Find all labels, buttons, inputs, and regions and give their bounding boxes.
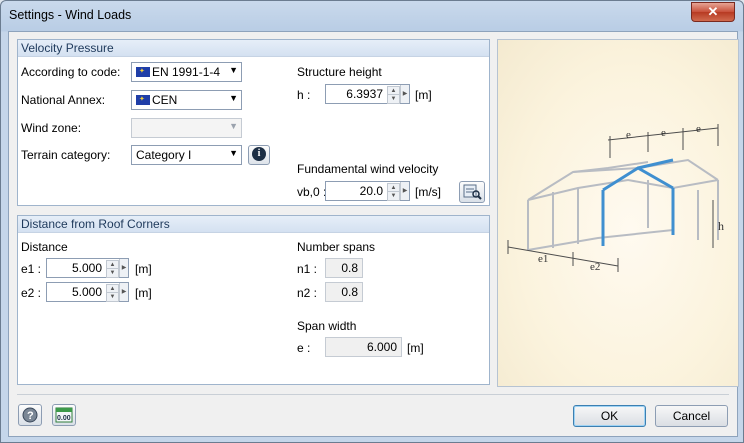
- chevron-down-icon: ▼: [229, 121, 238, 131]
- spin-right-icon[interactable]: ▶: [400, 85, 409, 103]
- title-bar: Settings - Wind Loads ✕: [1, 1, 743, 31]
- e1-unit: [m]: [135, 262, 152, 276]
- close-icon: ✕: [707, 4, 719, 19]
- annex-label: National Annex:: [21, 93, 106, 107]
- e2-input[interactable]: 5.000 ▲ ▼ ▶: [46, 282, 129, 302]
- vb0-value: 20.0: [359, 184, 383, 198]
- cancel-button[interactable]: Cancel: [655, 405, 728, 427]
- terrain-select[interactable]: Category I ▼: [131, 145, 242, 165]
- dim-h: h: [718, 219, 724, 233]
- fundamental-velocity-title: Fundamental wind velocity: [297, 162, 439, 176]
- chevron-down-icon: ▼: [229, 148, 238, 158]
- terrain-label: Terrain category:: [21, 148, 111, 162]
- dim-e2: e2: [590, 261, 600, 273]
- e2-value: 5.000: [71, 285, 102, 299]
- n1-value: 0.8: [341, 261, 358, 275]
- e1-label: e1 :: [21, 262, 42, 276]
- spin-right-icon[interactable]: ▶: [400, 182, 409, 200]
- annex-select[interactable]: CEN ▼: [131, 90, 242, 110]
- spin-down-icon[interactable]: ▼: [387, 191, 400, 201]
- spin-right-icon[interactable]: ▶: [119, 259, 128, 277]
- distance-title: Distance: [21, 240, 68, 254]
- span-width-title: Span width: [297, 319, 357, 333]
- dim-e-top-2: e: [661, 127, 666, 139]
- cancel-label: Cancel: [672, 409, 711, 423]
- n1-label: n1 :: [297, 262, 318, 276]
- n1-field: 0.8: [325, 258, 363, 278]
- svg-text:?: ?: [27, 410, 34, 422]
- span-width-field: 6.000: [325, 337, 402, 357]
- e2-unit: [m]: [135, 286, 152, 300]
- settings-window: Settings - Wind Loads ✕ Velocity Pressur…: [0, 0, 744, 443]
- help-button[interactable]: ?: [18, 404, 42, 426]
- velocity-pressure-group: Velocity Pressure According to code: EN …: [17, 39, 490, 206]
- wind-zone-select[interactable]: ▼: [131, 118, 242, 138]
- spin-down-icon[interactable]: ▼: [387, 94, 400, 104]
- h-value: 6.3937: [346, 87, 383, 101]
- vb0-label: vb,0 :: [297, 185, 327, 199]
- dim-e-top-3: e: [696, 123, 701, 135]
- code-select[interactable]: EN 1991-1-4 ▼: [131, 62, 242, 82]
- svg-text:0.00: 0.00: [57, 415, 71, 422]
- span-width-value: 6.000: [366, 340, 397, 354]
- wind-zone-label: Wind zone:: [21, 121, 82, 135]
- building-diagram: e e e h e1 e2: [507, 123, 724, 273]
- wind-map-button[interactable]: [459, 181, 485, 203]
- h-input[interactable]: 6.3937 ▲ ▼ ▶: [325, 84, 410, 104]
- chevron-down-icon: ▼: [229, 65, 238, 75]
- velocity-pressure-header: Velocity Pressure: [18, 40, 489, 57]
- close-button[interactable]: ✕: [691, 2, 735, 22]
- spans-title: Number spans: [297, 240, 376, 254]
- span-width-unit: [m]: [407, 341, 424, 355]
- calculator-icon: [463, 184, 482, 200]
- dim-e1: e1: [538, 253, 548, 265]
- building-illustration: e e e h e1 e2: [497, 39, 739, 387]
- eu-flag-icon: [136, 67, 150, 77]
- roof-corners-header: Distance from Roof Corners: [18, 216, 489, 233]
- vb0-unit: [m/s]: [415, 185, 441, 199]
- help-icon: ?: [22, 407, 38, 423]
- terrain-select-value: Category I: [136, 148, 192, 162]
- roof-corners-group: Distance from Roof Corners Distance e1 :…: [17, 215, 490, 385]
- e1-value: 5.000: [71, 261, 102, 275]
- units-button[interactable]: 0.00: [52, 404, 76, 426]
- eu-flag-icon: [136, 95, 150, 105]
- e2-label: e2 :: [21, 286, 42, 300]
- structure-height-title: Structure height: [297, 65, 382, 79]
- units-icon: 0.00: [55, 407, 73, 423]
- spin-right-icon[interactable]: ▶: [119, 283, 128, 301]
- spin-down-icon[interactable]: ▼: [106, 268, 119, 278]
- h-unit: [m]: [415, 88, 432, 102]
- n2-value: 0.8: [341, 285, 358, 299]
- code-select-value: EN 1991-1-4: [152, 65, 221, 79]
- e1-input[interactable]: 5.000 ▲ ▼ ▶: [46, 258, 129, 278]
- code-label: According to code:: [21, 65, 121, 79]
- window-title: Settings - Wind Loads: [9, 8, 132, 22]
- footer-separator: [17, 394, 729, 395]
- spin-down-icon[interactable]: ▼: [106, 292, 119, 302]
- ok-button[interactable]: OK: [573, 405, 646, 427]
- n2-label: n2 :: [297, 286, 318, 300]
- dialog-client: Velocity Pressure According to code: EN …: [8, 31, 739, 437]
- dim-e-top-1: e: [626, 129, 631, 141]
- ok-label: OK: [600, 409, 619, 423]
- terrain-info-button[interactable]: i: [248, 145, 270, 165]
- vb0-input[interactable]: 20.0 ▲ ▼ ▶: [325, 181, 410, 201]
- info-icon: i: [252, 147, 266, 161]
- e-label: e :: [297, 341, 311, 355]
- annex-select-value: CEN: [152, 93, 178, 107]
- h-label: h :: [297, 88, 311, 102]
- n2-field: 0.8: [325, 282, 363, 302]
- chevron-down-icon: ▼: [229, 93, 238, 103]
